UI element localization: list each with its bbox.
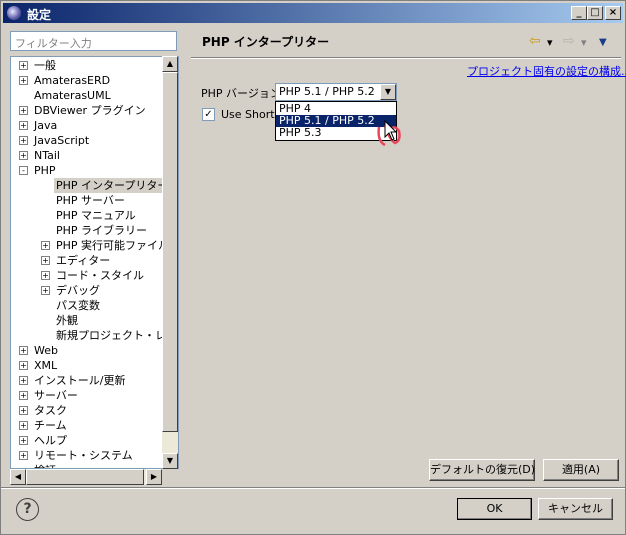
tree-item-label: DBViewer プラグイン xyxy=(34,104,146,117)
view-menu-icon[interactable]: ▼ xyxy=(599,37,607,48)
tree-item-label: インストール/更新 xyxy=(34,374,126,387)
expand-icon[interactable]: + xyxy=(19,106,28,115)
tree-item-label: タスク xyxy=(34,404,67,417)
tree-item-label: コード・スタイル xyxy=(56,269,144,282)
restore-defaults-button[interactable]: デフォルトの復元(D) xyxy=(429,459,535,481)
expand-icon[interactable]: + xyxy=(19,151,28,160)
tree-item-label: エディター xyxy=(56,254,111,267)
tree-item-label: パス変数 xyxy=(56,299,100,312)
tree-item-label: チーム xyxy=(34,419,67,432)
tree-item-label: リモート・システム xyxy=(34,449,133,462)
expand-icon[interactable]: + xyxy=(41,271,50,280)
expand-icon[interactable]: + xyxy=(19,421,28,430)
tree-item-label: デバッグ xyxy=(56,284,100,297)
back-dropdown-icon[interactable]: ▾ xyxy=(547,36,553,49)
filter-input[interactable]: フィルター入力 xyxy=(10,31,177,51)
tree-item-label: AmaterasERD xyxy=(34,74,111,87)
scroll-down-button[interactable]: ▼ xyxy=(162,453,178,469)
collapse-icon[interactable]: - xyxy=(19,166,28,175)
bottom-separator xyxy=(1,487,625,489)
page-title: PHP インタープリター xyxy=(202,35,330,49)
scroll-left-button[interactable]: ◀ xyxy=(10,469,26,485)
tree-item-label: PHP xyxy=(34,164,56,177)
tree-item-label: PHP マニュアル xyxy=(56,209,136,222)
tree-item-label: AmaterasUML xyxy=(34,89,111,102)
expand-icon[interactable]: + xyxy=(41,241,50,250)
tree-item-label: PHP サーバー xyxy=(56,194,125,207)
expand-icon[interactable]: + xyxy=(19,121,28,130)
expand-icon[interactable]: + xyxy=(41,256,50,265)
tree-item-label: PHP インタープリター xyxy=(54,178,171,193)
ok-button[interactable]: OK xyxy=(457,498,532,520)
page-header: PHP インタープリター ⇦ ▾ ⇨ ▾ ▼ xyxy=(191,31,621,59)
window-title: 設定 xyxy=(27,8,52,22)
expand-icon[interactable]: + xyxy=(41,286,50,295)
php-version-value: PHP 5.1 / PHP 5.2 xyxy=(279,85,375,98)
minimize-button[interactable]: _ xyxy=(571,6,587,20)
preferences-window: 設定 _ □ × フィルター入力 + 一般 + AmaterasERD Amateras… xyxy=(0,0,626,535)
title-bar[interactable]: 設定 _ □ × xyxy=(3,3,623,23)
use-short-tags-label: Use Short xyxy=(221,108,275,121)
expand-icon[interactable]: + xyxy=(19,406,28,415)
scroll-up-button[interactable]: ▲ xyxy=(162,56,178,72)
tree-item-label: 一般 xyxy=(34,59,56,72)
help-icon[interactable]: ? xyxy=(16,498,39,521)
tree-item-label: Java xyxy=(34,119,58,132)
tree-item-label: JavaScript xyxy=(34,134,90,147)
use-short-tags-checkbox[interactable]: ✓ xyxy=(202,108,215,121)
forward-dropdown-icon[interactable]: ▾ xyxy=(581,36,587,49)
hscroll-thumb[interactable] xyxy=(26,469,144,485)
php-version-label: PHP バージョン: xyxy=(201,87,285,100)
tree-horizontal-scrollbar[interactable]: ◀ ▶ xyxy=(10,469,162,485)
tree-item-label: ヘルプ xyxy=(34,434,67,447)
tree-item-label: XML xyxy=(34,359,58,372)
expand-icon[interactable]: + xyxy=(19,376,28,385)
expand-icon[interactable]: + xyxy=(19,391,28,400)
tree-item-label: PHP ライブラリー xyxy=(56,224,148,237)
expand-icon[interactable]: + xyxy=(19,76,28,85)
expand-icon[interactable]: + xyxy=(19,436,28,445)
close-button[interactable]: × xyxy=(605,6,621,20)
expand-icon[interactable]: + xyxy=(19,136,28,145)
tree-item-label: Web xyxy=(34,344,58,357)
maximize-button[interactable]: □ xyxy=(587,6,603,20)
preferences-tree: + 一般 + AmaterasERD AmaterasUML + DBViewer プラグイ… xyxy=(10,56,179,469)
forward-arrow-icon[interactable]: ⇨ xyxy=(563,33,575,49)
php-version-select[interactable]: PHP 5.1 / PHP 5.2 ▼ xyxy=(275,83,397,101)
back-arrow-icon[interactable]: ⇦ xyxy=(529,33,541,49)
chevron-down-icon[interactable]: ▼ xyxy=(380,84,396,100)
header-separator xyxy=(191,57,621,59)
cancel-button[interactable]: キャンセル xyxy=(538,498,613,520)
apply-button[interactable]: 適用(A) xyxy=(543,459,619,481)
tree-item-label: サーバー xyxy=(34,389,78,402)
expand-icon[interactable]: + xyxy=(19,61,28,70)
eclipse-app-icon xyxy=(7,6,21,20)
expand-icon[interactable]: + xyxy=(19,346,28,355)
tree-item-label: 外観 xyxy=(56,314,78,327)
tree-item-label: NTail xyxy=(34,149,60,162)
expand-icon[interactable]: + xyxy=(19,451,28,460)
tree-item-label: 新規プロジェクト・レイア xyxy=(56,329,179,342)
tree-vertical-scrollbar[interactable]: ▲ ▼ xyxy=(162,56,178,469)
tree-item-label: PHP 実行可能ファイル xyxy=(56,239,170,252)
expand-icon[interactable]: + xyxy=(19,361,28,370)
scroll-thumb[interactable] xyxy=(162,72,178,432)
project-specific-settings-link[interactable]: プロジェクト固有の設定の構成... xyxy=(467,63,626,79)
cursor-highlight-icon xyxy=(377,119,401,147)
scroll-right-button[interactable]: ▶ xyxy=(146,469,162,485)
